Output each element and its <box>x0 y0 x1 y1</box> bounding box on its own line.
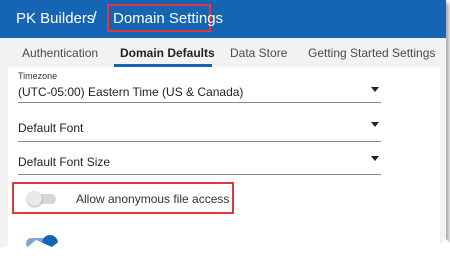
torn-edge-effect <box>0 231 450 266</box>
